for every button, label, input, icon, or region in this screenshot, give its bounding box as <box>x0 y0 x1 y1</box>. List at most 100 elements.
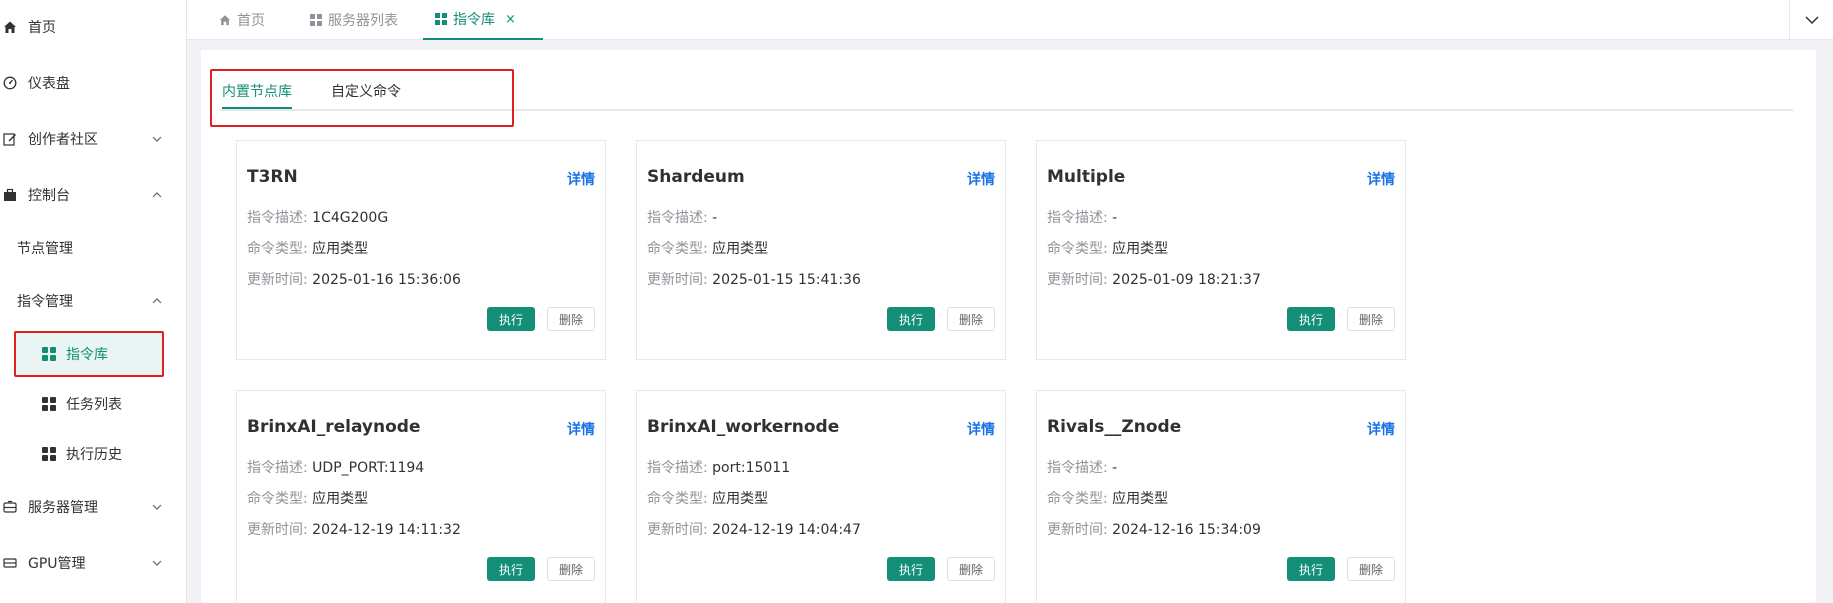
home-icon <box>2 19 18 35</box>
command-card: BrinxAI_relaynode 详情 指令描述: UDP_PORT:1194 命令… <box>236 390 606 603</box>
sidebar-item-console[interactable]: 控制台 <box>0 175 186 215</box>
desc-value: 1C4G200G <box>312 210 389 226</box>
desc-value: UDP_PORT:1194 <box>312 460 425 476</box>
card-time-row: 更新时间: 2025-01-15 15:41:36 <box>647 269 861 289</box>
type-label: 命令类型: <box>1047 491 1108 507</box>
type-label: 命令类型: <box>247 241 308 257</box>
desc-label: 指令描述: <box>647 460 708 476</box>
chevron-down-icon <box>152 560 162 566</box>
execute-button[interactable]: 执行 <box>887 557 935 581</box>
card-time-row: 更新时间: 2024-12-19 14:04:47 <box>647 519 861 539</box>
sidebar-item-label: 节点管理 <box>17 241 73 257</box>
chevron-down-icon <box>152 136 162 142</box>
card-type-row: 命令类型: 应用类型 <box>247 238 368 258</box>
delete-button[interactable]: 删除 <box>1347 307 1395 331</box>
card-type-row: 命令类型: 应用类型 <box>1047 488 1168 508</box>
detail-link[interactable]: 详情 <box>567 419 595 439</box>
tab-home[interactable]: 首页 <box>207 0 277 40</box>
card-time-row: 更新时间: 2025-01-16 15:36:06 <box>247 269 461 289</box>
desc-value: - <box>712 210 718 226</box>
chevron-up-icon <box>152 192 162 198</box>
sidebar-item-cmd-mgmt[interactable]: 指令管理 <box>0 281 186 321</box>
sidebar-item-label: 仪表盘 <box>28 76 70 92</box>
type-value: 应用类型 <box>312 491 369 507</box>
tab-cmd-library[interactable]: 指令库 × <box>423 0 543 40</box>
time-value: 2025-01-16 15:36:06 <box>312 272 461 288</box>
command-card: Multiple 详情 指令描述: - 命令类型: 应用类型 更新时间: 2025-01… <box>1036 140 1406 360</box>
delete-button[interactable]: 删除 <box>947 307 995 331</box>
desc-label: 指令描述: <box>247 210 308 226</box>
time-label: 更新时间: <box>647 522 708 538</box>
close-icon[interactable]: × <box>505 12 516 27</box>
sidebar-item-gpu-mgmt[interactable]: GPU管理 <box>0 543 186 583</box>
sidebar-item-cmd-library[interactable]: 指令库 <box>14 331 164 377</box>
chip-icon <box>2 555 18 571</box>
chevron-up-icon <box>152 298 162 304</box>
app-root: 首页 仪表盘 创作者社区 控制台 节点管理 指令管理 指令库 任务列表 执行历史… <box>0 0 1833 603</box>
tabs-dropdown-button[interactable] <box>1789 0 1833 40</box>
card-title: Shardeum <box>647 167 745 187</box>
execute-button[interactable]: 执行 <box>1287 557 1335 581</box>
sidebar-item-label: 执行历史 <box>66 447 122 463</box>
card-desc-row: 指令描述: UDP_PORT:1194 <box>247 457 424 477</box>
briefcase-icon <box>2 187 18 203</box>
detail-link[interactable]: 详情 <box>967 419 995 439</box>
grid-icon <box>310 14 322 26</box>
type-label: 命令类型: <box>647 491 708 507</box>
sidebar-item-dashboard[interactable]: 仪表盘 <box>0 63 186 103</box>
card-time-row: 更新时间: 2025-01-09 18:21:37 <box>1047 269 1261 289</box>
tab-server-list[interactable]: 服务器列表 <box>298 0 410 40</box>
time-value: 2024-12-19 14:11:32 <box>312 522 461 538</box>
sidebar-item-home[interactable]: 首页 <box>0 7 186 47</box>
grid-icon <box>42 397 56 411</box>
card-title: Multiple <box>1047 167 1126 187</box>
card-desc-row: 指令描述: 1C4G200G <box>247 207 388 227</box>
detail-link[interactable]: 详情 <box>567 169 595 189</box>
card-desc-row: 指令描述: - <box>1047 457 1117 477</box>
grid-icon <box>42 347 56 361</box>
delete-button[interactable]: 删除 <box>547 307 595 331</box>
delete-button[interactable]: 删除 <box>1347 557 1395 581</box>
detail-link[interactable]: 详情 <box>1367 169 1395 189</box>
sidebar-item-node-mgmt[interactable]: 节点管理 <box>0 228 186 268</box>
type-label: 命令类型: <box>647 241 708 257</box>
delete-button[interactable]: 删除 <box>947 557 995 581</box>
card-title: BrinxAI_workernode <box>647 417 840 437</box>
time-value: 2025-01-15 15:41:36 <box>712 272 861 288</box>
detail-link[interactable]: 详情 <box>967 169 995 189</box>
time-label: 更新时间: <box>1047 522 1108 538</box>
gauge-icon <box>2 75 18 91</box>
type-value: 应用类型 <box>1112 491 1169 507</box>
type-label: 命令类型: <box>1047 241 1108 257</box>
server-icon <box>2 499 18 515</box>
sidebar-item-creator-community[interactable]: 创作者社区 <box>0 119 186 159</box>
card-type-row: 命令类型: 应用类型 <box>647 238 768 258</box>
execute-button[interactable]: 执行 <box>487 307 535 331</box>
desc-value: - <box>1112 210 1118 226</box>
card-desc-row: 指令描述: - <box>647 207 717 227</box>
execute-button[interactable]: 执行 <box>887 307 935 331</box>
desc-value: port:15011 <box>712 460 791 476</box>
home-icon <box>219 14 231 26</box>
sidebar-item-label: 指令库 <box>66 347 108 363</box>
execute-button[interactable]: 执行 <box>1287 307 1335 331</box>
type-label: 命令类型: <box>247 491 308 507</box>
execute-button[interactable]: 执行 <box>487 557 535 581</box>
tab-bar: 首页 服务器列表 指令库 × <box>187 0 1833 40</box>
grid-icon <box>42 447 56 461</box>
sidebar-item-task-list[interactable]: 任务列表 <box>14 381 164 427</box>
grid-icon <box>435 13 447 25</box>
desc-label: 指令描述: <box>647 210 708 226</box>
sidebar-item-server-mgmt[interactable]: 服务器管理 <box>0 487 186 527</box>
type-value: 应用类型 <box>712 491 769 507</box>
desc-value: - <box>1112 460 1118 476</box>
detail-link[interactable]: 详情 <box>1367 419 1395 439</box>
delete-button[interactable]: 删除 <box>547 557 595 581</box>
card-title: T3RN <box>247 167 298 187</box>
time-label: 更新时间: <box>247 272 308 288</box>
edit-icon <box>2 131 18 147</box>
sidebar-item-exec-history[interactable]: 执行历史 <box>14 431 164 477</box>
tab-label: 服务器列表 <box>328 13 398 29</box>
chevron-down-icon <box>152 504 162 510</box>
type-value: 应用类型 <box>312 241 369 257</box>
